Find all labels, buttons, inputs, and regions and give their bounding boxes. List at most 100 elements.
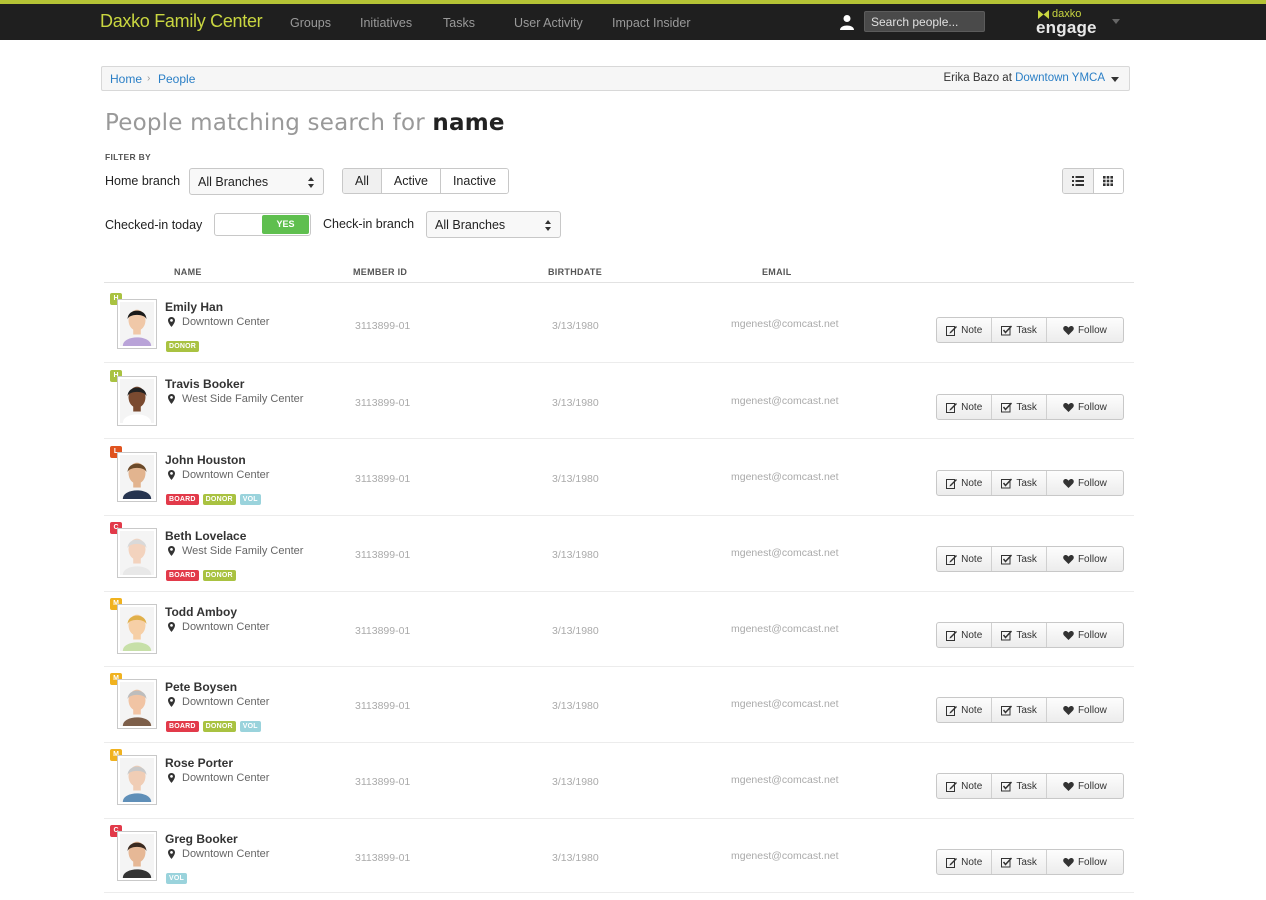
breadcrumb-home-link[interactable]: Home: [110, 72, 142, 86]
note-button[interactable]: Note: [937, 471, 993, 495]
birthdate: 3/13/1980: [552, 625, 599, 637]
checked-in-toggle[interactable]: YES: [214, 213, 311, 236]
map-pin-icon: [168, 773, 175, 783]
task-label: Task: [1016, 629, 1037, 641]
list-view-button[interactable]: [1063, 169, 1094, 193]
follow-button[interactable]: Follow: [1047, 698, 1123, 722]
tag-donor: DONOR: [166, 341, 200, 352]
breadcrumb-people-link[interactable]: People: [158, 72, 195, 86]
checkbox-icon: [1001, 704, 1013, 715]
nav-link-user-activity[interactable]: User Activity: [514, 16, 583, 30]
note-button[interactable]: Note: [937, 547, 993, 571]
member-id: 3113899-01: [355, 852, 411, 864]
note-button[interactable]: Note: [937, 318, 993, 342]
home-branch-select[interactable]: All Branches: [189, 168, 324, 195]
person-location: Downtown Center: [168, 772, 269, 784]
email[interactable]: mgenest@comcast.net: [731, 547, 839, 559]
column-header-birthdate[interactable]: BIRTHDATE: [548, 267, 602, 277]
location-link[interactable]: Downtown YMCA: [1015, 72, 1105, 84]
avatar[interactable]: [117, 299, 157, 349]
task-button[interactable]: Task: [992, 395, 1047, 419]
status-all-button[interactable]: All: [343, 169, 382, 193]
avatar[interactable]: [117, 452, 157, 502]
email[interactable]: mgenest@comcast.net: [731, 395, 839, 407]
nav-link-groups[interactable]: Groups: [290, 16, 331, 30]
brand-name[interactable]: Daxko Family Center: [100, 11, 263, 32]
heart-icon: [1063, 402, 1074, 412]
person-name[interactable]: Beth Lovelace: [165, 529, 246, 543]
current-user-location[interactable]: Erika Bazo at Downtown YMCA: [943, 72, 1105, 84]
note-button[interactable]: Note: [937, 774, 993, 798]
note-label: Note: [961, 629, 983, 641]
email[interactable]: mgenest@comcast.net: [731, 774, 839, 786]
email[interactable]: mgenest@comcast.net: [731, 318, 839, 330]
follow-button[interactable]: Follow: [1047, 623, 1123, 647]
follow-label: Follow: [1077, 856, 1107, 868]
row-actions: Note Task Follow: [936, 317, 1124, 343]
task-button[interactable]: Task: [992, 698, 1047, 722]
task-button[interactable]: Task: [992, 850, 1047, 874]
follow-button[interactable]: Follow: [1047, 318, 1123, 342]
email[interactable]: mgenest@comcast.net: [731, 698, 839, 710]
status-inactive-button[interactable]: Inactive: [440, 169, 509, 193]
checkbox-icon: [1001, 780, 1013, 791]
person-name[interactable]: Pete Boysen: [165, 680, 237, 694]
birthdate: 3/13/1980: [552, 700, 599, 712]
search-people-input[interactable]: [864, 11, 985, 32]
column-header-name[interactable]: NAME: [174, 267, 202, 277]
nav-link-impact-insider[interactable]: Impact Insider: [612, 16, 691, 30]
email[interactable]: mgenest@comcast.net: [731, 850, 839, 862]
note-button[interactable]: Note: [937, 698, 993, 722]
note-button[interactable]: Note: [937, 395, 993, 419]
avatar[interactable]: [117, 528, 157, 578]
person-name[interactable]: John Houston: [165, 453, 246, 467]
daxko-engage-logo[interactable]: daxko engage: [1036, 8, 1100, 38]
email[interactable]: mgenest@comcast.net: [731, 471, 839, 483]
location-text: Downtown Center: [182, 848, 270, 860]
chevron-down-icon[interactable]: [1111, 77, 1119, 83]
nav-link-tasks[interactable]: Tasks: [443, 16, 475, 30]
grid-view-button[interactable]: [1093, 169, 1123, 193]
email[interactable]: mgenest@comcast.net: [731, 623, 839, 635]
avatar[interactable]: [117, 604, 157, 654]
checkin-branch-select[interactable]: All Branches: [426, 211, 561, 238]
table-row: C Greg Booker Downtown Center VOL 311389…: [104, 819, 1134, 893]
status-filter: All Active Inactive: [342, 168, 510, 194]
row-actions: Note Task Follow: [936, 394, 1124, 420]
column-header-email[interactable]: EMAIL: [762, 267, 792, 277]
follow-button[interactable]: Follow: [1047, 774, 1123, 798]
status-active-button[interactable]: Active: [381, 169, 441, 193]
note-button[interactable]: Note: [937, 850, 993, 874]
person-name[interactable]: Greg Booker: [165, 832, 238, 846]
task-button[interactable]: Task: [992, 471, 1047, 495]
person-name[interactable]: Emily Han: [165, 300, 223, 314]
heart-icon: [1063, 781, 1074, 791]
person-name[interactable]: Rose Porter: [165, 756, 233, 770]
avatar[interactable]: [117, 679, 157, 729]
person-name[interactable]: Todd Amboy: [165, 605, 237, 619]
row-actions: Note Task Follow: [936, 622, 1124, 648]
avatar[interactable]: [117, 376, 157, 426]
avatar[interactable]: [117, 831, 157, 881]
task-button[interactable]: Task: [992, 318, 1047, 342]
follow-button[interactable]: Follow: [1047, 547, 1123, 571]
chevron-down-icon[interactable]: [1112, 19, 1120, 25]
person-name[interactable]: Travis Booker: [165, 377, 244, 391]
table-row: H Emily Han Downtown Center DONOR 311389…: [104, 287, 1134, 363]
note-button[interactable]: Note: [937, 623, 993, 647]
task-button[interactable]: Task: [992, 623, 1047, 647]
nav-link-initiatives[interactable]: Initiatives: [360, 16, 412, 30]
task-button[interactable]: Task: [992, 547, 1047, 571]
note-label: Note: [961, 401, 983, 413]
location-text: Downtown Center: [182, 772, 270, 784]
task-button[interactable]: Task: [992, 774, 1047, 798]
member-id: 3113899-01: [355, 700, 411, 712]
column-header-member-id[interactable]: MEMBER ID: [353, 267, 407, 277]
home-branch-value: All Branches: [198, 175, 269, 189]
follow-button[interactable]: Follow: [1047, 471, 1123, 495]
task-label: Task: [1016, 324, 1037, 336]
follow-label: Follow: [1077, 401, 1107, 413]
follow-button[interactable]: Follow: [1047, 395, 1123, 419]
follow-button[interactable]: Follow: [1047, 850, 1123, 874]
avatar[interactable]: [117, 755, 157, 805]
